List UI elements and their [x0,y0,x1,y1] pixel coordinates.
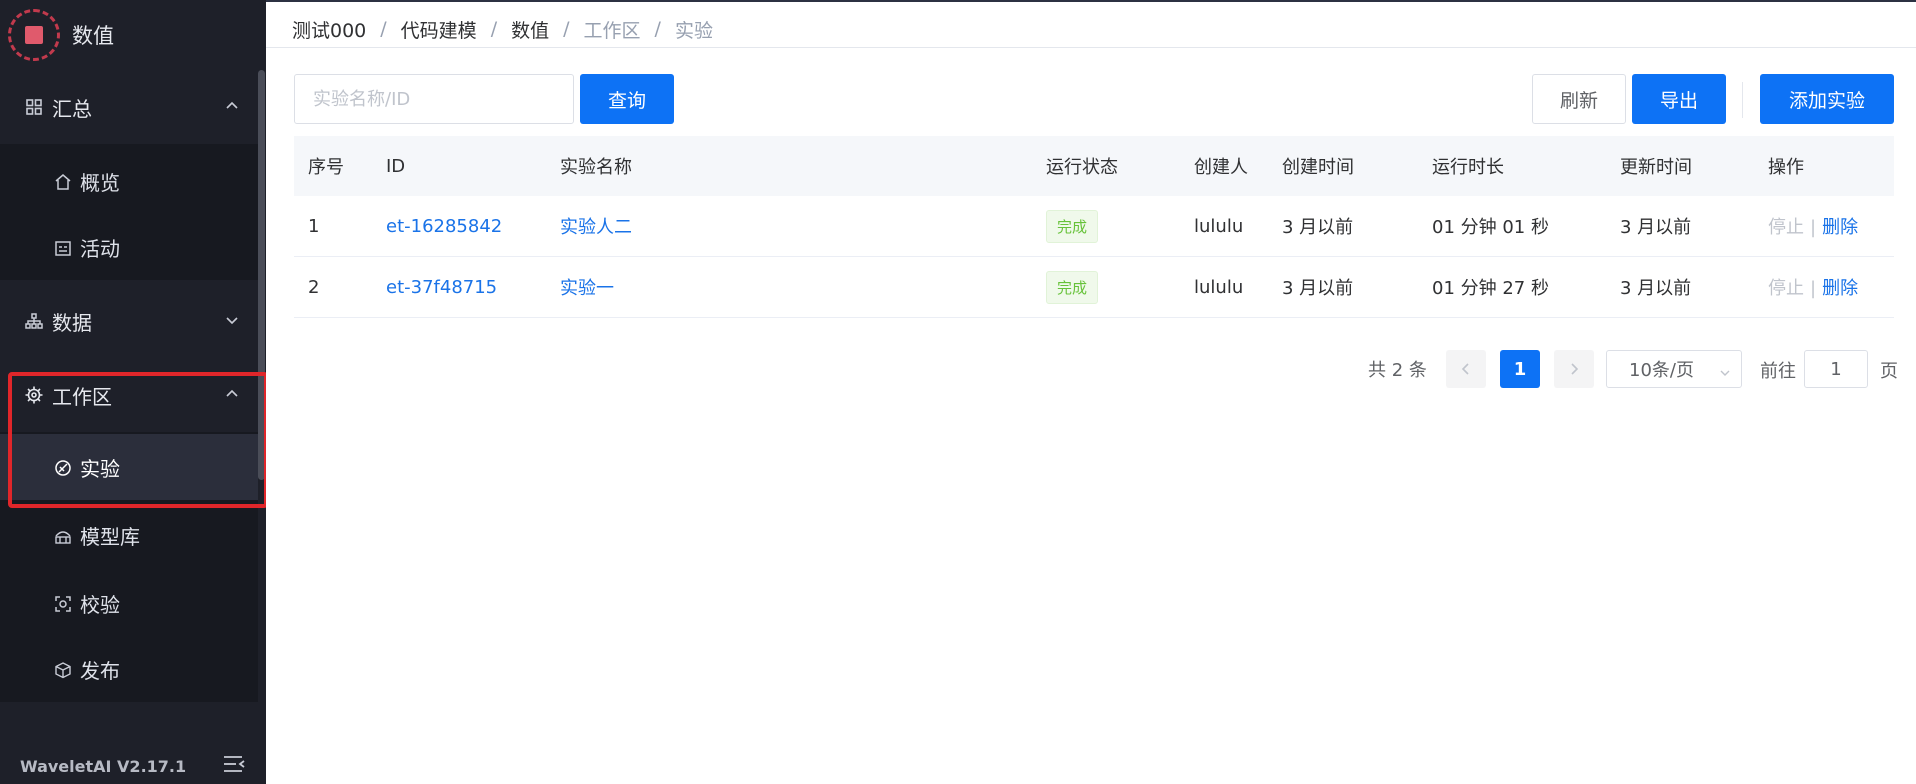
delete-button[interactable]: 删除 [1822,278,1858,299]
row-index: 2 [308,276,320,298]
search-input[interactable] [294,74,574,124]
chevron-down-icon [222,310,242,330]
column-header-duration: 运行时长 [1432,157,1504,178]
action-separator: | [1810,217,1817,238]
sidebar: 数值 汇总 概览 活动 数据 工作区 实验 模型库 校验 发布 WaveletA… [0,0,268,784]
export-button[interactable]: 导出 [1632,74,1726,124]
breadcrumb-item[interactable]: 代码建模 [401,16,477,43]
brand: 数值 [0,0,266,70]
row-index: 1 [308,215,320,237]
sidebar-item-publish[interactable]: 发布 [0,636,258,702]
breadcrumb-item[interactable]: 测试000 [292,16,366,43]
next-page-button[interactable] [1554,350,1594,388]
row-creator: lululu [1194,276,1244,298]
experiments-table: 序号 ID 实验名称 运行状态 创建人 创建时间 运行时长 更新时间 操作 1 … [294,136,1894,318]
goto-page-input[interactable] [1804,350,1868,388]
sidebar-group-label: 数据 [52,310,92,335]
chevron-down-icon [1719,363,1731,376]
column-header-updated: 更新时间 [1620,157,1692,178]
delete-button[interactable]: 删除 [1822,217,1858,238]
add-experiment-button[interactable]: 添加实验 [1760,74,1894,124]
table-row: 2 et-37f48715 实验一 完成 lululu 3 月以前 01 分钟 … [294,257,1894,318]
goto-label: 前往 [1760,361,1796,382]
row-updated-time: 3 月以前 [1620,217,1692,238]
column-header-index: 序号 [308,157,344,178]
pagination-total: 共 2 条 [1368,360,1427,381]
chevron-left-icon [1461,363,1469,375]
row-duration: 01 分钟 01 秒 [1432,217,1549,238]
column-header-created: 创建时间 [1282,157,1354,178]
table-row: 1 et-16285842 实验人二 完成 lululu 3 月以前 01 分钟… [294,196,1894,257]
sidebar-group-summary[interactable]: 汇总 [0,70,258,144]
breadcrumb-separator: / [654,18,661,40]
breadcrumb-item[interactable]: 数值 [511,16,549,43]
row-created-time: 3 月以前 [1282,217,1354,238]
breadcrumb-separator: / [490,18,498,40]
sidebar-item-label: 发布 [80,658,120,683]
sidebar-item-label: 概览 [80,170,120,195]
breadcrumb-separator: / [563,18,570,40]
annotation-highlight [8,372,268,508]
breadcrumb-separator: / [380,18,387,40]
refresh-button[interactable]: 刷新 [1532,74,1626,124]
experiment-name-link[interactable]: 实验人二 [560,213,632,239]
table-header: 序号 ID 实验名称 运行状态 创建人 创建时间 运行时长 更新时间 操作 [294,136,1894,196]
column-header-status: 运行状态 [1046,157,1118,178]
sidebar-item-label: 活动 [80,236,120,261]
row-created-time: 3 月以前 [1282,278,1354,299]
header-divider [266,47,1916,48]
prev-page-button[interactable] [1446,350,1486,388]
row-duration: 01 分钟 27 秒 [1432,278,1549,299]
hierarchy-icon [24,311,44,331]
status-badge: 完成 [1046,209,1099,243]
collapse-menu-icon[interactable] [222,754,246,774]
status-badge: 完成 [1046,270,1099,304]
action-separator: | [1810,278,1817,299]
page-size-value: 10条/页 [1629,360,1694,381]
row-creator: lululu [1194,215,1244,237]
column-header-creator: 创建人 [1194,157,1248,178]
chevron-right-icon [1571,363,1579,375]
page-size-select[interactable]: 10条/页 [1606,350,1742,388]
sidebar-item-label: 校验 [80,592,120,617]
grid-icon [24,97,44,117]
sidebar-item-overview[interactable]: 概览 [0,148,258,214]
breadcrumb: 测试000 / 代码建模 / 数值 / 工作区 / 实验 [292,14,713,44]
stop-button: 停止 [1768,278,1804,299]
toolbar-divider [1742,82,1743,118]
sidebar-item-model-library[interactable]: 模型库 [0,502,258,568]
sidebar-group-data[interactable]: 数据 [0,284,258,358]
scan-icon [54,594,72,612]
app-logo [8,9,60,61]
page-number-current[interactable]: 1 [1500,350,1540,388]
sidebar-item-validation[interactable]: 校验 [0,570,258,636]
home-icon [54,172,72,190]
column-header-actions: 操作 [1768,157,1804,178]
calendar-icon [54,238,72,256]
breadcrumb-current: 实验 [674,19,713,42]
model-icon [54,526,72,544]
column-header-id: ID [386,155,406,177]
sidebar-item-label: 模型库 [80,524,140,549]
chevron-up-icon [222,96,242,116]
experiment-id-link[interactable]: et-37f48715 [386,277,497,298]
breadcrumb-item: 工作区 [583,19,641,42]
search-button[interactable]: 查询 [580,74,674,124]
main-content: 测试000 / 代码建模 / 数值 / 工作区 / 实验 查询 刷新 导出 添加… [266,0,1916,784]
box-icon [54,660,72,679]
top-border [266,0,1916,2]
app-version: WaveletAI V2.17.1 [20,757,187,776]
sidebar-group-label: 汇总 [52,96,92,121]
sidebar-item-activity[interactable]: 活动 [0,214,258,280]
stop-button: 停止 [1768,217,1804,238]
row-updated-time: 3 月以前 [1620,278,1692,299]
experiment-id-link[interactable]: et-16285842 [386,216,502,237]
column-header-name: 实验名称 [560,157,632,178]
brand-title: 数值 [72,24,114,48]
experiment-name-link[interactable]: 实验一 [560,274,614,300]
goto-suffix: 页 [1880,361,1898,382]
